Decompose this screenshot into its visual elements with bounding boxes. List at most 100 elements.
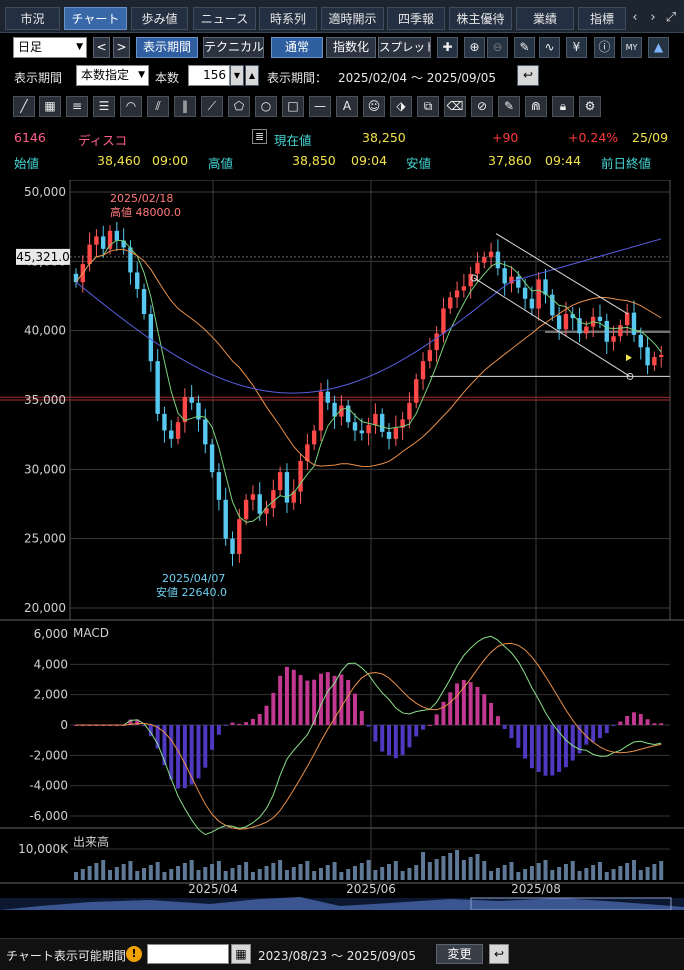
erase-all-tool-icon[interactable]: ⊘ <box>471 96 493 117</box>
spread-button[interactable]: スプレッド <box>378 37 431 58</box>
rect-tool-icon[interactable]: □ <box>282 96 304 117</box>
macd-histogram-bar <box>359 710 364 725</box>
arc-tool-icon[interactable]: ◠ <box>120 96 142 117</box>
price-tick-label: 40,000 <box>24 324 66 338</box>
candle <box>169 430 174 439</box>
index-button[interactable]: 指数化 <box>326 37 376 58</box>
channel-tool-icon[interactable]: ≡ <box>66 96 88 117</box>
hline-tool-icon[interactable]: — <box>309 96 331 117</box>
normal-button[interactable]: 通常 <box>271 37 323 58</box>
mountain-chart-icon[interactable]: ▲ <box>648 37 669 58</box>
macd-histogram-bar <box>495 716 500 725</box>
doc-icon[interactable]: ≣ <box>252 129 268 144</box>
draw-pen-icon[interactable]: ✎ <box>514 37 535 58</box>
refresh-icon[interactable]: ↩ <box>517 65 539 86</box>
tab-disclosure[interactable]: 適時開示 <box>321 7 384 30</box>
display-period-button[interactable]: 表示期間 <box>136 37 198 58</box>
copy-tool-icon[interactable]: ⧉ <box>417 96 439 117</box>
my-chart-icon[interactable]: MY <box>621 37 642 58</box>
macd-histogram-bar <box>291 669 296 725</box>
period-select[interactable]: 日足 ▼ <box>13 37 87 58</box>
tab-shikiho[interactable]: 四季報 <box>387 7 445 30</box>
candle <box>427 350 433 362</box>
parallel-tool-icon[interactable]: ☰ <box>93 96 115 117</box>
crosshair-icon[interactable]: ✚ <box>437 37 458 58</box>
volume-bar <box>591 865 596 880</box>
gann-tool-icon[interactable]: ⟋ <box>201 96 223 117</box>
candle <box>414 379 419 403</box>
candle <box>216 472 222 500</box>
lock-tool-icon[interactable]: 🔒︎ <box>552 96 574 117</box>
open-value: 38,460 <box>97 153 141 168</box>
volume-bar <box>373 870 378 880</box>
volume-bar <box>101 860 106 880</box>
macd-histogram-bar <box>509 725 514 739</box>
change-button[interactable]: 変更 <box>436 944 483 964</box>
tab-next-icon[interactable]: › <box>644 7 662 30</box>
tab-earnings[interactable]: 業績 <box>516 7 574 30</box>
tab-prev-icon[interactable]: ‹ <box>626 7 644 30</box>
macd-histogram-bar <box>604 725 609 734</box>
tab-indicator[interactable]: 指標 <box>578 7 626 30</box>
macd-tick-label: 4,000 <box>34 657 68 671</box>
undo-icon[interactable]: ↩ <box>489 944 509 964</box>
x-axis-label: 2025/08 <box>511 882 561 896</box>
polygon-tool-icon[interactable]: ⬠ <box>228 96 250 117</box>
change-pct: +0.24% <box>568 130 619 145</box>
circle-tool-icon[interactable]: ○ <box>255 96 277 117</box>
candle <box>658 354 664 358</box>
zoom-in-icon[interactable]: ⊕ <box>464 37 485 58</box>
available-period-range: 2023/08/23 ～ 2025/09/05 <box>258 949 416 963</box>
text-tool-icon[interactable]: A <box>336 96 358 117</box>
settings-gear-icon[interactable]: ⚙ <box>579 96 601 117</box>
period-input[interactable] <box>147 944 229 964</box>
eraser-tool-icon[interactable]: ⌫ <box>444 96 466 117</box>
count-input[interactable]: 156 <box>188 65 230 86</box>
volume-bar <box>611 869 616 880</box>
nav-prev-button[interactable]: < <box>93 37 110 58</box>
volume-bar <box>346 869 351 880</box>
icon-tool-icon[interactable]: ☺ <box>363 96 385 117</box>
edit-tool-icon[interactable]: ✎ <box>498 96 520 117</box>
yen-icon[interactable]: ¥ <box>566 37 587 58</box>
tab-news[interactable]: ニュース <box>193 7 256 30</box>
count-up-icon[interactable]: ▲ <box>245 65 259 86</box>
tab-yutai[interactable]: 株主優待 <box>449 7 512 30</box>
magnet-tool-icon[interactable]: ⋒ <box>525 96 547 117</box>
fan-tool-icon[interactable]: ⫽ <box>147 96 169 117</box>
candle <box>175 422 181 439</box>
nav-next-button[interactable]: > <box>113 37 130 58</box>
trend-icon[interactable]: ∿ <box>539 37 560 58</box>
price-chart[interactable]: 50,00045,00040,00035,00030,00025,00020,0… <box>0 180 684 910</box>
stock-code: 6146 <box>14 130 46 145</box>
info-icon[interactable]: ⓘ <box>594 37 615 58</box>
macd-tick-label: 6,000 <box>34 627 68 641</box>
volume-bar <box>148 865 153 880</box>
zoom-out-icon[interactable]: ⊖ <box>487 37 508 58</box>
tab-tick[interactable]: 歩み値 <box>131 7 188 30</box>
mode-select[interactable]: 本数指定 ▼ <box>76 65 149 86</box>
price-tick-label: 25,000 <box>24 532 66 546</box>
macd-histogram-bar <box>380 725 385 752</box>
count-down-icon[interactable]: ▼ <box>230 65 244 86</box>
macd-histogram-bar <box>366 725 371 727</box>
macd-histogram-bar <box>631 712 636 725</box>
candle <box>482 257 487 263</box>
macd-histogram-bar <box>516 725 521 748</box>
volume-bar <box>645 867 650 880</box>
volume-bar <box>631 860 636 880</box>
tab-chart[interactable]: チャート <box>64 7 127 30</box>
ruler-tool-icon[interactable]: ▦ <box>39 96 61 117</box>
volume-bar <box>94 863 99 880</box>
cycle-tool-icon[interactable]: ‖ <box>174 96 196 117</box>
calendar-icon[interactable]: ▦ <box>231 944 251 964</box>
expand-icon[interactable]: ⤢ <box>662 7 680 30</box>
technical-button[interactable]: テクニカル <box>203 37 264 58</box>
x-axis-label: 2025/04 <box>188 882 238 896</box>
macd-histogram-bar <box>196 725 201 779</box>
line-tool-icon[interactable]: ╱ <box>13 96 35 117</box>
volume-bar <box>305 861 310 880</box>
select-tool-icon[interactable]: ⬗ <box>390 96 412 117</box>
tab-timeseries[interactable]: 時系列 <box>259 7 317 30</box>
tab-market[interactable]: 市況 <box>5 7 60 30</box>
